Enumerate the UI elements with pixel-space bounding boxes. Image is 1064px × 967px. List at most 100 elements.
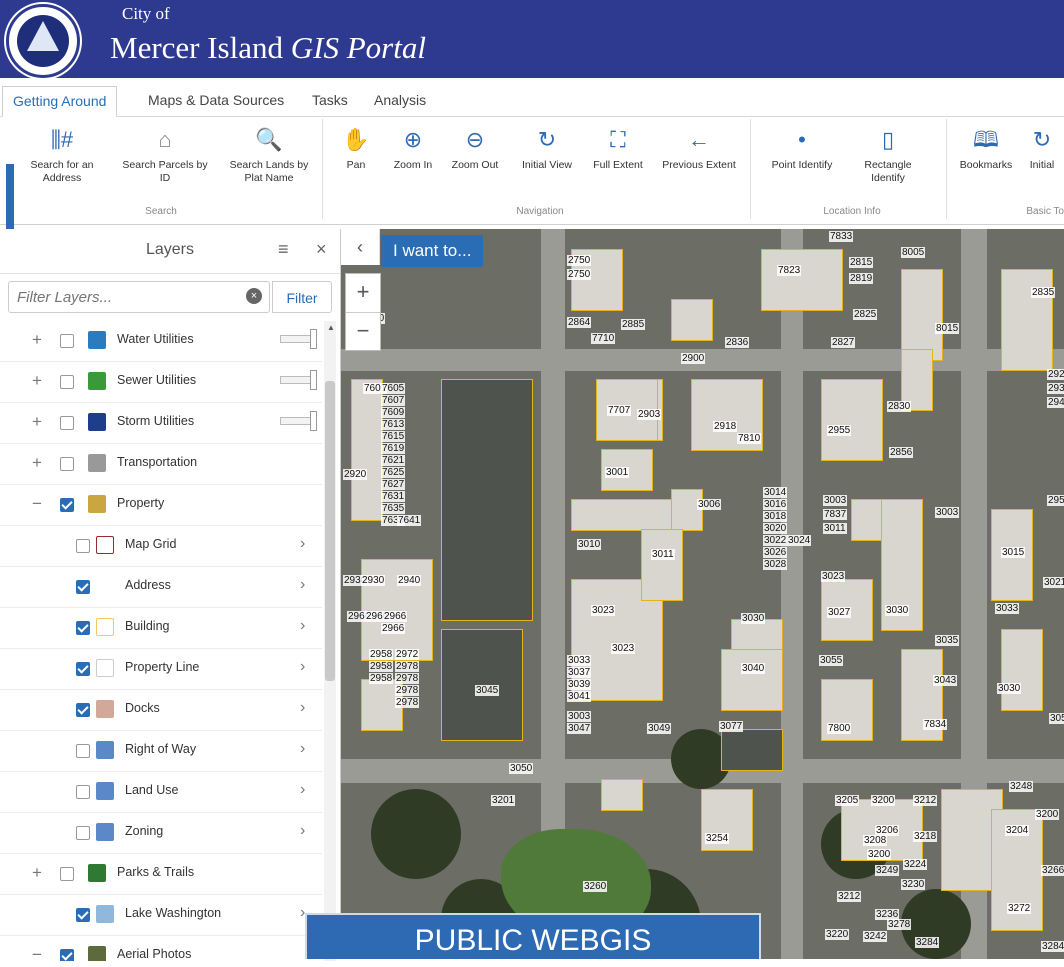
search-address-button[interactable]: ⫼# Search for an Address (22, 127, 102, 185)
address-label: 3027 (827, 607, 852, 618)
collapse-icon[interactable]: − (32, 494, 42, 514)
layer-checkbox[interactable] (60, 375, 74, 389)
layer-row[interactable]: + Water Utilities (0, 321, 322, 362)
layer-row[interactable]: Property Line › (0, 649, 322, 690)
layer-row[interactable]: + Storm Utilities (0, 403, 322, 444)
bookmarks-button[interactable]: 🕮 Bookmarks (956, 127, 1016, 172)
address-label: 3021 (1043, 577, 1064, 588)
address-label: 3055 (819, 655, 844, 666)
layer-checkbox[interactable] (60, 416, 74, 430)
pan-button[interactable]: ✋ Pan (336, 127, 376, 172)
expand-icon[interactable]: + (32, 453, 42, 473)
layer-checkbox[interactable] (76, 539, 90, 553)
i-want-to-button[interactable]: I want to... (381, 235, 484, 267)
chevron-right-icon[interactable]: › (300, 740, 305, 758)
chevron-right-icon[interactable]: › (300, 535, 305, 553)
layer-checkbox[interactable] (60, 949, 74, 961)
address-label: 7641 (397, 515, 422, 526)
zoom-in-button[interactable]: ⊕ Zoom In (388, 127, 438, 172)
layer-row[interactable]: Right of Way › (0, 731, 322, 772)
slider-knob[interactable] (310, 370, 317, 390)
layer-row[interactable]: + Transportation (0, 444, 322, 485)
map-zoom-out-button[interactable]: − (346, 313, 380, 351)
clear-filter-icon[interactable]: × (246, 288, 262, 304)
layer-checkbox[interactable] (76, 621, 90, 635)
tab-tasks[interactable]: Tasks (302, 86, 358, 115)
layer-row[interactable]: − Aerial Photos (0, 936, 322, 961)
layer-checkbox[interactable] (76, 744, 90, 758)
layer-name: Docks (125, 701, 160, 715)
slider-knob[interactable] (310, 329, 317, 349)
address-label: 8015 (935, 323, 960, 334)
initial-button[interactable]: ↻ Initial (1022, 127, 1062, 172)
opacity-slider[interactable] (280, 411, 317, 431)
expand-icon[interactable]: + (32, 371, 42, 391)
layer-checkbox[interactable] (76, 826, 90, 840)
layer-row[interactable]: + Parks & Trails (0, 854, 322, 895)
land-use-icon (96, 782, 114, 800)
tab-analysis[interactable]: Analysis (364, 86, 436, 115)
point-identify-button[interactable]: • Point Identify (762, 127, 842, 172)
menu-icon[interactable]: ≡ (278, 239, 289, 260)
layer-checkbox[interactable] (60, 498, 74, 512)
layer-row[interactable]: − Property (0, 485, 322, 526)
map-view[interactable]: 7833800527502750782328152819283526002864… (341, 229, 1064, 959)
expand-icon[interactable]: + (32, 863, 42, 883)
layer-row[interactable]: Map Grid › (0, 526, 322, 567)
rectangle-identify-button[interactable]: ▯ Rectangle Identify (850, 127, 926, 185)
filter-layers-input[interactable] (8, 281, 270, 313)
layer-row[interactable]: Docks › (0, 690, 322, 731)
address-label: 7834 (923, 719, 948, 730)
map-grid-swatch (96, 536, 114, 554)
close-icon[interactable]: × (316, 239, 327, 260)
map-zoom-in-button[interactable]: + (346, 274, 380, 313)
layer-row[interactable]: Building › (0, 608, 322, 649)
layer-checkbox[interactable] (76, 703, 90, 717)
tab-getting-around[interactable]: Getting Around (2, 86, 118, 117)
chevron-right-icon[interactable]: › (300, 617, 305, 635)
layer-row[interactable]: + Sewer Utilities (0, 362, 322, 403)
layer-row[interactable]: Land Use › (0, 772, 322, 813)
opacity-slider[interactable] (280, 370, 317, 390)
layer-name: Map Grid (125, 537, 177, 551)
address-label: 2750 (567, 255, 592, 266)
layer-row[interactable]: Lake Washington › (0, 895, 322, 936)
slider-knob[interactable] (310, 411, 317, 431)
previous-extent-icon: ← (688, 127, 710, 152)
layer-list-scrollbar[interactable] (324, 321, 336, 961)
address-label: 3043 (933, 675, 958, 686)
initial-view-button[interactable]: ↻ Initial View (514, 127, 580, 172)
address-label: 3006 (697, 499, 722, 510)
layer-checkbox[interactable] (60, 457, 74, 471)
filter-button[interactable]: Filter (272, 281, 332, 313)
scrollbar-thumb[interactable] (325, 381, 335, 681)
collapse-panel-button[interactable]: ‹ (341, 229, 380, 265)
layer-checkbox[interactable] (76, 908, 90, 922)
expand-icon[interactable]: + (32, 412, 42, 432)
layer-checkbox[interactable] (76, 580, 90, 594)
layer-name: Storm Utilities (117, 414, 195, 428)
address-label: 3200 (867, 849, 892, 860)
chevron-right-icon[interactable]: › (300, 699, 305, 717)
chevron-right-icon[interactable]: › (300, 576, 305, 594)
expand-icon[interactable]: + (32, 330, 42, 350)
layer-checkbox[interactable] (60, 334, 74, 348)
search-parcels-button[interactable]: ⌂ Search Parcels by ID (118, 127, 212, 185)
layer-checkbox[interactable] (76, 785, 90, 799)
opacity-slider[interactable] (280, 329, 317, 349)
search-plat-button[interactable]: 🔍 Search Lands by Plat Name (224, 127, 314, 185)
layer-row[interactable]: Address › (0, 567, 322, 608)
tab-maps-data-sources[interactable]: Maps & Data Sources (138, 86, 294, 115)
layer-checkbox[interactable] (60, 867, 74, 881)
full-extent-button[interactable]: ⛶ Full Extent (588, 127, 648, 172)
address-label: 2955 (827, 425, 852, 436)
zoom-out-button[interactable]: ⊖ Zoom Out (446, 127, 504, 172)
chevron-right-icon[interactable]: › (300, 822, 305, 840)
layer-checkbox[interactable] (76, 662, 90, 676)
layer-row[interactable]: Zoning › (0, 813, 322, 854)
book-icon: 🕮 (973, 127, 999, 152)
previous-extent-button[interactable]: ← Previous Extent (656, 127, 742, 172)
chevron-right-icon[interactable]: › (300, 658, 305, 676)
chevron-right-icon[interactable]: › (300, 781, 305, 799)
scroll-up-arrow[interactable]: ▲ (327, 323, 335, 332)
